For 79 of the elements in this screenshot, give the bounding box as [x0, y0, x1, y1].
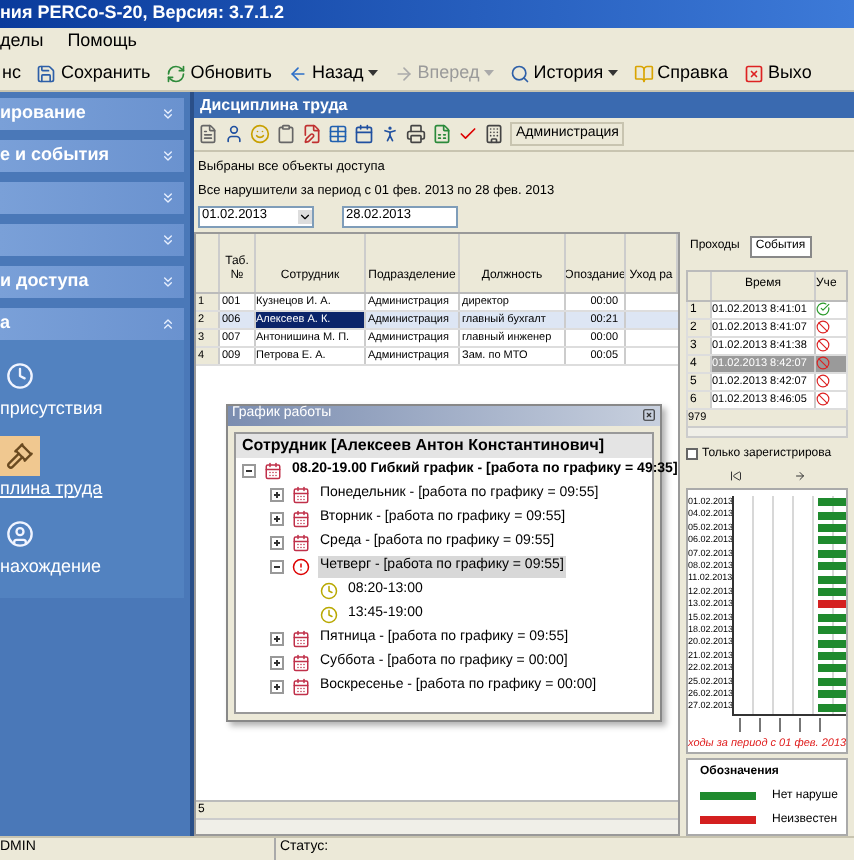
- document-icon[interactable]: [198, 124, 218, 144]
- calendar-icon: [292, 510, 310, 528]
- window-title: ния PERCo-S-20, Версия: 3.7.1.2: [0, 0, 285, 27]
- close-icon: [743, 63, 764, 83]
- calendar-icon: [292, 630, 310, 648]
- expander-icon[interactable]: [270, 536, 284, 550]
- caret-icon: [483, 70, 494, 76]
- section-title: а: [0, 310, 11, 337]
- panel-title: Дисциплина труда: [200, 93, 348, 117]
- menu-item[interactable]: делы: [0, 28, 44, 56]
- employee-name: Сотрудник [Алексеев Антон Константинович]: [242, 433, 605, 457]
- person-icon: [6, 520, 34, 548]
- blocked-icon: [816, 391, 830, 406]
- expand-icon[interactable]: [160, 232, 176, 248]
- blocked-icon: [816, 355, 830, 370]
- first-icon[interactable]: [730, 469, 742, 482]
- checkbox[interactable]: [686, 448, 698, 461]
- close-icon[interactable]: [642, 408, 656, 422]
- expander-icon[interactable]: [270, 512, 284, 526]
- expand-icon[interactable]: [160, 106, 176, 122]
- expand-icon[interactable]: [160, 148, 176, 164]
- table-icon[interactable]: [328, 124, 348, 144]
- toolbar-button[interactable]: Справка: [631, 59, 730, 87]
- next-icon[interactable]: [794, 469, 806, 482]
- blocked-icon: [816, 337, 830, 352]
- left-arrow-icon: [287, 63, 308, 83]
- expander-icon[interactable]: [270, 488, 284, 502]
- blocked-icon: [816, 319, 830, 334]
- right-arrow-icon: [393, 63, 414, 83]
- building-icon[interactable]: [484, 124, 504, 144]
- expander-icon[interactable]: [270, 632, 284, 646]
- expander-icon[interactable]: [270, 656, 284, 670]
- clock-icon: [320, 606, 338, 624]
- person-icon[interactable]: [224, 124, 244, 144]
- calendar-icon: [292, 678, 310, 696]
- section-title: е и события: [0, 142, 109, 169]
- calendar-icon: [292, 486, 310, 504]
- edit-icon[interactable]: [302, 124, 322, 144]
- section-title: и доступа: [0, 268, 89, 295]
- menu-item[interactable]: Помощь: [67, 28, 137, 56]
- calendar-icon: [292, 534, 310, 552]
- clipboard-icon[interactable]: [276, 124, 296, 144]
- toolbar-button[interactable]: Назад: [285, 59, 380, 87]
- toolbar-button[interactable]: Сохранить: [34, 59, 153, 87]
- spreadsheet-icon[interactable]: [432, 124, 452, 144]
- toolbar-button[interactable]: Обновить: [164, 59, 274, 87]
- clock-icon: [6, 362, 34, 390]
- calendar-icon: [292, 654, 310, 672]
- toolbar-button[interactable]: Выхо: [741, 59, 814, 87]
- sidebar-item[interactable]: плина труда: [0, 475, 103, 502]
- expander-icon[interactable]: [270, 560, 284, 574]
- refresh-icon: [166, 63, 187, 83]
- book-icon: [633, 63, 654, 83]
- clock-icon: [320, 582, 338, 600]
- printer-icon[interactable]: [406, 124, 426, 144]
- section-title: ирование: [0, 100, 86, 127]
- expand-icon[interactable]: [160, 274, 176, 290]
- check-icon[interactable]: [458, 124, 478, 144]
- expander-icon[interactable]: [270, 680, 284, 694]
- toolbar-button[interactable]: История: [507, 59, 620, 87]
- collapse-icon[interactable]: [160, 316, 176, 332]
- search-icon: [509, 63, 530, 83]
- check-icon: [816, 301, 830, 316]
- horizontal-scrollbar[interactable]: [196, 818, 678, 834]
- toolbar-button[interactable]: нс: [0, 59, 23, 87]
- calendar-icon[interactable]: [354, 124, 374, 144]
- item-icon-tile[interactable]: [0, 435, 40, 475]
- sidebar-item[interactable]: нахождение: [0, 554, 102, 581]
- dropdown-icon[interactable]: [298, 209, 312, 223]
- gavel-icon: [6, 441, 34, 469]
- expand-icon[interactable]: [160, 190, 176, 206]
- save-icon: [36, 63, 57, 83]
- blocked-icon: [816, 373, 830, 388]
- expander-icon[interactable]: [242, 464, 256, 478]
- alert-icon: [292, 558, 310, 576]
- caret-icon: [607, 70, 618, 76]
- sidebar-item[interactable]: присутствия: [0, 396, 103, 423]
- calendar-icon: [264, 462, 282, 480]
- caret-icon: [367, 70, 378, 76]
